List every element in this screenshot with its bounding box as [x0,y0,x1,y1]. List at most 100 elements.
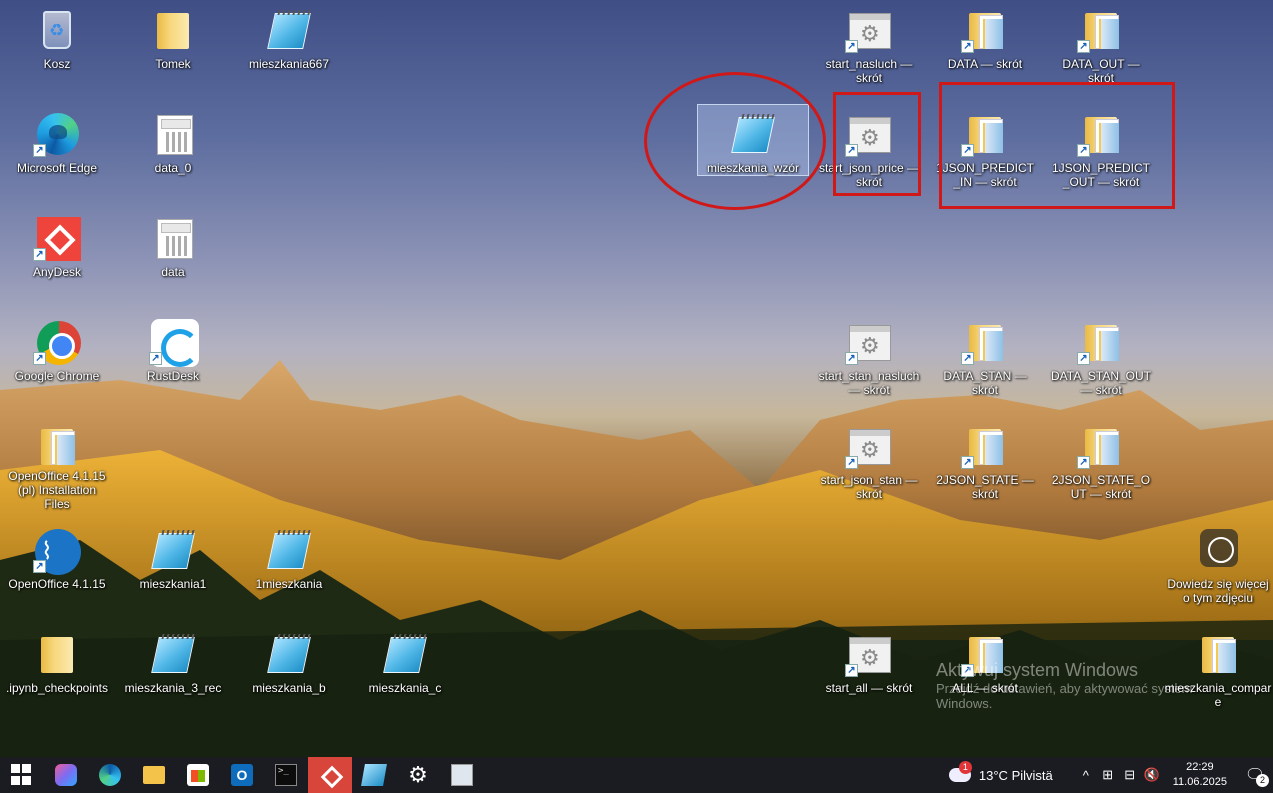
icon-label: 2JSON_STATE_OUT — skrót [1051,473,1151,501]
taskbar-edge[interactable] [88,757,132,793]
desktop-icon-data[interactable]: data [121,208,225,304]
folder-icon [33,631,81,677]
desktop-icon-rustdesk[interactable]: ↗ RustDesk [121,312,225,408]
notepad-icon [381,631,429,677]
notepad-icon [265,527,313,573]
shortcut-arrow-icon: ↗ [845,40,858,53]
folder-icon: ↗ [1077,423,1125,469]
annotation-rect-json-predict [939,82,1175,209]
network-icon[interactable]: ⊟ [1119,767,1141,783]
folder-icon: ↗ [961,7,1009,53]
desktop-icon-start-all[interactable]: ↗ start_all — skrót [817,624,921,720]
icon-label: Kosz [43,57,71,71]
icon-label: Tomek [155,57,191,71]
clock-date: 11.06.2025 [1172,776,1227,788]
icon-label: DATA_STAN — skrót [943,369,1027,397]
notification-count: 2 [1256,774,1269,787]
notepad-icon [149,527,197,573]
taskbar-remote-desktop[interactable] [440,757,484,793]
weather-widget[interactable]: 1 13°C Pilvistä [948,761,1053,783]
taskbar-outlook[interactable]: O [220,757,264,793]
taskbar-store[interactable] [176,757,220,793]
notifications-button[interactable]: 🗨 2 [1237,765,1273,787]
icon-label: start_all — skrót [825,681,913,695]
desktop-icon-start-stan-nasluch[interactable]: ↗ start_stan_nasluch — skrót [817,312,921,408]
language-icon[interactable]: ⊞ [1097,767,1119,783]
desktop-icon-chrome[interactable]: ↗ Google Chrome [5,312,109,408]
weather-badge: 1 [958,761,972,774]
notepad-icon [149,631,197,677]
shortcut-arrow-icon: ↗ [1077,456,1090,469]
settings-icon: ⚙ [408,762,428,787]
taskbar-settings[interactable]: ⚙ [396,757,440,793]
settings-file-icon: ↗ [845,631,893,677]
spreadsheet-icon [149,215,197,261]
taskbar-terminal[interactable]: >_ [264,757,308,793]
desktop-icon-mieszkania-3-rec[interactable]: mieszkania_3_rec [121,624,225,720]
folder-icon: ↗ [1077,7,1125,53]
terminal-icon: >_ [275,764,297,786]
desktop-icon-ipynb-checkpoints[interactable]: .ipynb_checkpoints [5,624,109,720]
desktop-icon-openoffice[interactable]: ↗ OpenOffice 4.1.15 [5,520,109,616]
desktop-icon-learn-more-photo[interactable]: Dowiedz się więcej o tym zdjęciu [1163,520,1273,616]
icon-label: OpenOffice 4.1.15 [8,577,106,591]
taskbar-anydesk[interactable] [308,757,352,793]
icon-label: AnyDesk [32,265,82,279]
folder-icon [33,423,81,465]
desktop-icon-mieszkania-c[interactable]: mieszkania_c [353,624,457,720]
notepad-icon [361,764,387,786]
clock[interactable]: 22:29 11.06.2025 [1173,760,1227,790]
notepad-icon [265,631,313,677]
desktop-icon-start-json-stan[interactable]: ↗ start_json_stan — skrót [817,416,921,512]
activation-watermark: Aktywuj system Windows Przejdź do ustawi… [936,660,1236,711]
store-icon [187,764,209,786]
taskbar-copilot[interactable] [44,757,88,793]
desktop-icon-recycle-bin[interactable]: Kosz [5,0,109,96]
desktop-icon-openoffice-installation[interactable]: OpenOffice 4.1.15 (pl) Installation File… [5,416,109,512]
start-button[interactable] [0,757,44,793]
icon-label: mieszkania_b [252,681,326,695]
shortcut-arrow-icon: ↗ [961,456,974,469]
info-icon [1194,527,1242,573]
chrome-icon: ↗ [33,319,81,365]
desktop-icon-edge[interactable]: ↗ Microsoft Edge [5,104,109,200]
chevron-up-icon[interactable]: ^ [1075,768,1097,783]
icon-label: DATA_STAN_OUT — skrót [1050,369,1151,397]
icon-label: start_json_stan — skrót [820,473,918,501]
desktop-icon-data-stan[interactable]: ↗ DATA_STAN — skrót [933,312,1037,408]
desktop-icon-mieszkania-b[interactable]: mieszkania_b [237,624,341,720]
shortcut-arrow-icon: ↗ [1077,352,1090,365]
clock-time: 22:29 [1186,761,1214,773]
taskbar-file-explorer[interactable] [132,757,176,793]
annotation-ellipse [644,72,826,210]
desktop-icon-tomek[interactable]: Tomek [121,0,225,96]
icon-label: mieszkania_c [368,681,442,695]
shortcut-arrow-icon: ↗ [845,456,858,469]
desktop-icon-json-state[interactable]: ↗ 2JSON_STATE — skrót [933,416,1037,512]
desktop-icon-json-state-out[interactable]: ↗ 2JSON_STATE_OUT — skrót [1049,416,1153,512]
icon-label: data [161,265,185,279]
icon-label: DATA — skrót [947,57,1023,71]
icon-label: mieszkania1 [139,577,207,591]
icon-label: Google Chrome [14,369,100,383]
volume-muted-icon[interactable]: 🔇 [1141,767,1163,783]
desktop-icon-data-0[interactable]: data_0 [121,104,225,200]
desktop-icon-1mieszkania[interactable]: 1mieszkania [237,520,341,616]
icon-label: mieszkania667 [248,57,330,71]
openoffice-icon: ↗ [33,527,81,575]
shortcut-arrow-icon: ↗ [33,560,46,573]
desktop-icon-mieszkania667[interactable]: mieszkania667 [237,0,341,96]
shortcut-arrow-icon: ↗ [33,248,46,261]
icon-label: Dowiedz się więcej o tym zdjęciu [1167,577,1269,605]
icon-label: 1mieszkania [255,577,323,591]
folder-icon: ↗ [1077,319,1125,365]
desktop-icon-anydesk[interactable]: ↗ AnyDesk [5,208,109,304]
icon-label: start_stan_nasluch — skrót [818,369,920,397]
taskbar-notepad[interactable] [352,757,396,793]
desktop-icon-start-nasluch[interactable]: ↗ start_nasluch — skrót [817,0,921,96]
outlook-icon: O [231,764,253,786]
desktop-icon-data-stan-out[interactable]: ↗ DATA_STAN_OUT — skrót [1049,312,1153,408]
file-explorer-icon [143,766,165,784]
system-tray: 1 13°C Pilvistä ^ ⊞ ⊟ 🔇 22:29 11.06.2025… [948,757,1273,793]
desktop-icon-mieszkania1[interactable]: mieszkania1 [121,520,225,616]
